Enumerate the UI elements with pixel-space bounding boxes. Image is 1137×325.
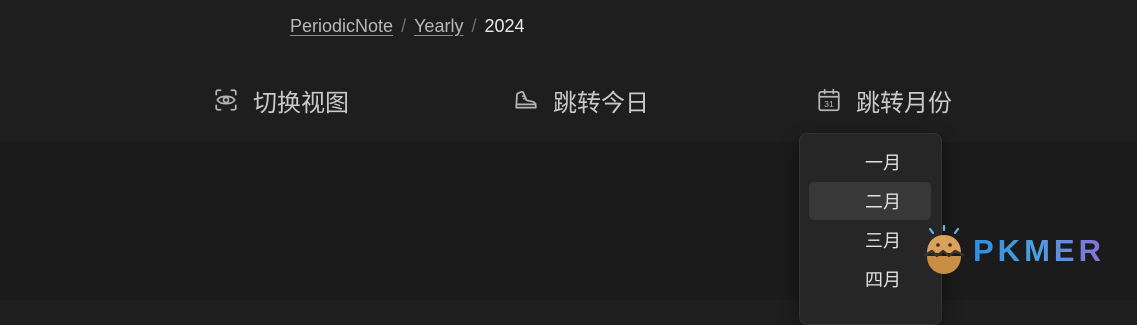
jump-month-button[interactable]: 31 跳转月份 — [816, 84, 952, 117]
calendar-icon: 31 — [816, 87, 842, 113]
month-option-march[interactable]: 三月 — [809, 221, 931, 259]
month-option-april[interactable]: 四月 — [809, 260, 931, 298]
sneaker-icon — [513, 87, 539, 113]
svg-text:31: 31 — [824, 99, 834, 109]
breadcrumb-current: 2024 — [484, 15, 525, 36]
breadcrumb: PeriodicNote / Yearly / 2024 — [290, 13, 525, 39]
jump-month-label: 跳转月份 — [856, 88, 952, 117]
header-area — [0, 0, 1137, 142]
jump-today-label: 跳转今日 — [553, 88, 649, 117]
jump-today-button[interactable]: 跳转今日 — [513, 84, 649, 117]
breadcrumb-separator: / — [401, 15, 407, 36]
switch-view-button[interactable]: 切换视图 — [213, 84, 349, 117]
switch-view-label: 切换视图 — [253, 88, 349, 117]
breadcrumb-separator: / — [471, 15, 477, 36]
eye-icon — [213, 87, 239, 113]
breadcrumb-link-periodicnote[interactable]: PeriodicNote — [290, 16, 393, 37]
egg-logo-icon — [923, 225, 965, 274]
pkmer-logo-text: PKMER — [973, 233, 1105, 268]
month-option-february[interactable]: 二月 — [809, 182, 931, 220]
month-option-january[interactable]: 一月 — [809, 143, 931, 181]
pkmer-logo: PKMER — [919, 225, 1105, 277]
breadcrumb-link-yearly[interactable]: Yearly — [414, 16, 463, 37]
